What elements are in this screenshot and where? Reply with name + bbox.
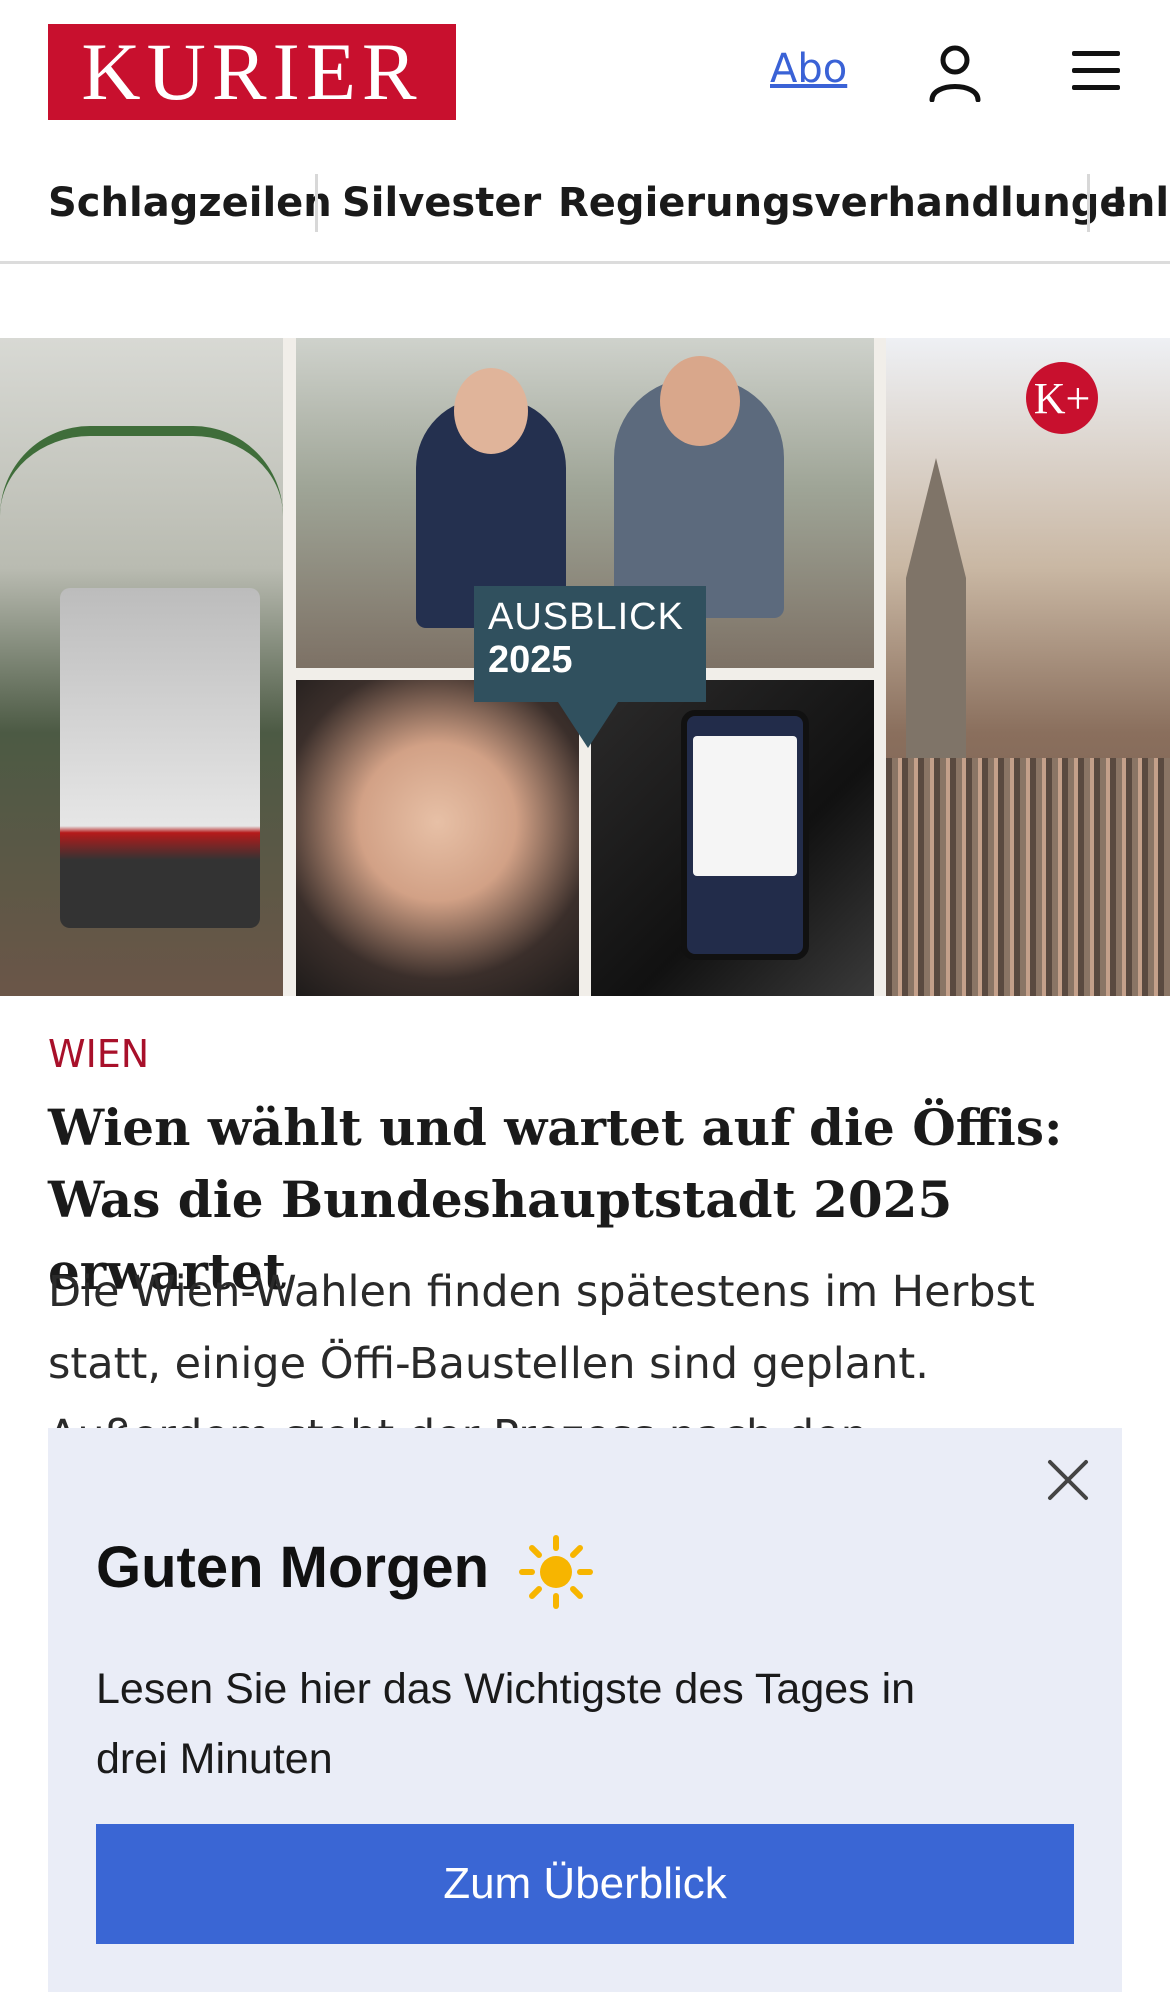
cathedral-shape [906, 458, 966, 758]
popup-title: Guten Morgen [96, 1535, 490, 1600]
user-icon[interactable] [928, 44, 982, 102]
topic-navigation: Schlagzeilen Silvester Regierungsverhand… [0, 160, 1170, 264]
phone-screen [693, 736, 797, 876]
crowd-shape [886, 758, 1170, 996]
parking-app-photo [591, 680, 874, 996]
ausblick-year: 2025 [488, 639, 573, 681]
nav-divider [315, 174, 318, 232]
face-shape [454, 368, 528, 454]
sun-icon [519, 1535, 593, 1609]
hamburger-menu-icon[interactable] [1070, 48, 1122, 92]
nav-item-silvester[interactable]: Silvester [342, 180, 541, 226]
hero-image-collage[interactable]: AUSBLICK 2025 K+ [0, 338, 1170, 996]
ausblick-label: AUSBLICK [488, 596, 684, 638]
premium-badge: K+ [1026, 362, 1098, 434]
nav-divider [1087, 174, 1090, 232]
close-icon[interactable] [1046, 1458, 1090, 1502]
cardinal-photo [296, 680, 579, 996]
article-kicker[interactable]: WIEN [48, 1032, 149, 1076]
city-crowd-photo [886, 338, 1170, 996]
face-shape [660, 356, 740, 446]
abo-link[interactable]: Abo [770, 46, 847, 92]
nav-item-schlagzeilen[interactable]: Schlagzeilen [48, 180, 332, 226]
nav-item-inland[interactable]: Inla [1112, 180, 1170, 226]
zum-ueberblick-button[interactable]: Zum Überblick [96, 1824, 1074, 1944]
popup-description: Lesen Sie hier das Wichtigste des Tages … [96, 1665, 916, 1783]
train-shape [60, 588, 260, 928]
phone-shape [681, 710, 809, 960]
kurier-logo[interactable]: KURIER [48, 24, 456, 120]
ausblick-badge-tail [558, 702, 618, 748]
ausblick-badge: AUSBLICK 2025 [474, 586, 706, 702]
bridge-shape [0, 426, 283, 516]
nav-item-regierungsverhandlungen[interactable]: Regierungsverhandlungen [558, 180, 1155, 226]
article-teaser[interactable]: Die Wien-Wahlen finden spätestens im Her… [48, 1256, 1122, 1452]
train-photo [0, 338, 283, 996]
site-header: KURIER Abo [0, 0, 1170, 142]
